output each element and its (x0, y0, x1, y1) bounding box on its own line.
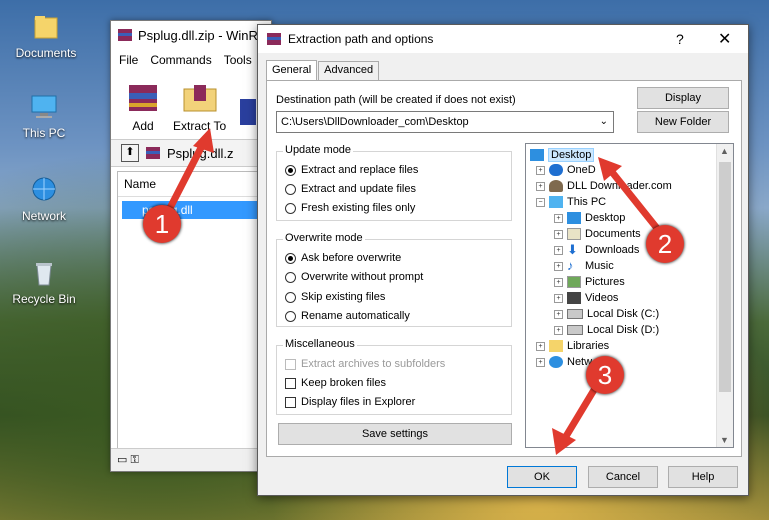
callout-arrows (166, 128, 663, 455)
arrow-2 (598, 157, 663, 235)
arrow-3 (552, 378, 603, 455)
callout-badge-3: 3 (586, 356, 624, 394)
callout-badge-2: 2 (646, 225, 684, 263)
callout-badge-1: 1 (143, 205, 181, 243)
arrow-1 (166, 128, 214, 210)
